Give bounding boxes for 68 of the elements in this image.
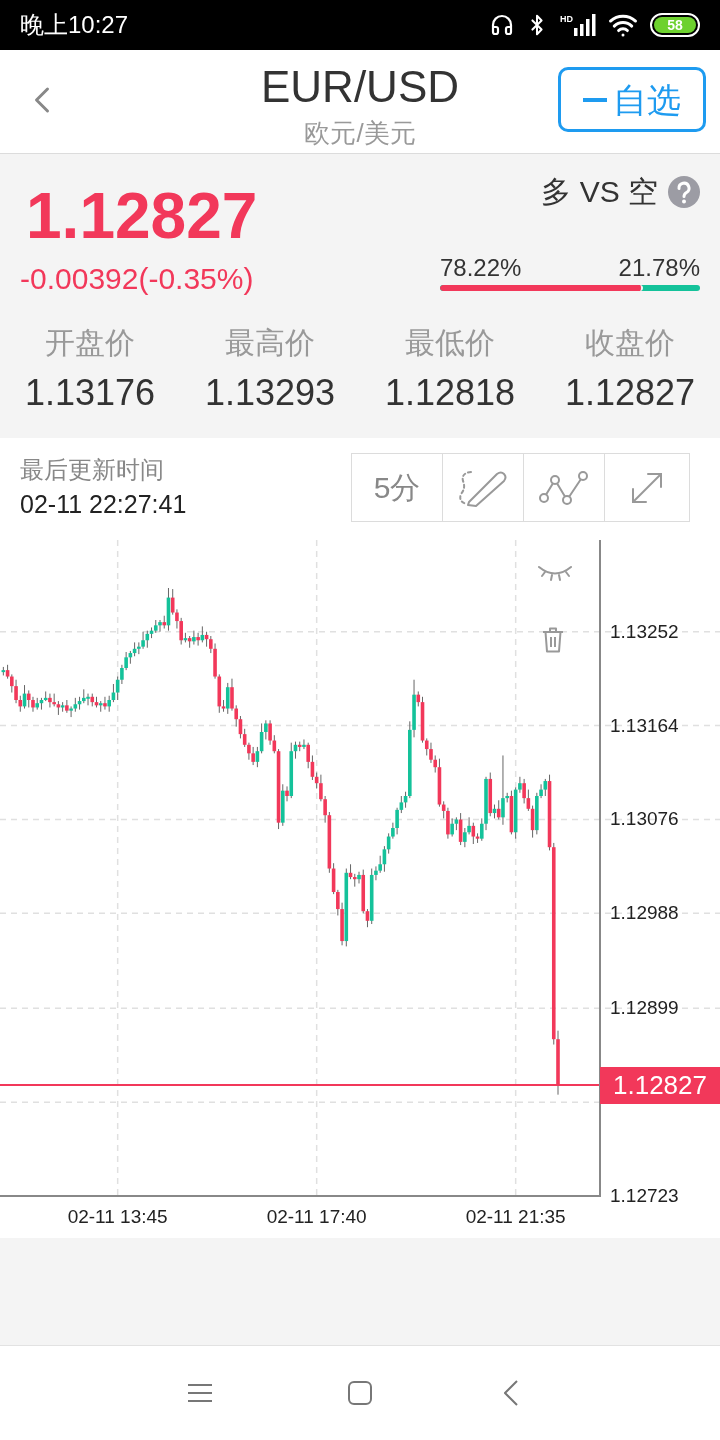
stat-label: 收盘价 — [585, 325, 675, 361]
price-tick-label: 1.13076 — [610, 807, 679, 832]
long-percent: 78.22% — [440, 255, 522, 281]
stat-value: 1.12827 — [564, 371, 696, 415]
rising-candle — [183, 632, 188, 643]
last-price: 1.12827 — [25, 184, 258, 248]
stat-label: 最低价 — [405, 325, 495, 361]
rising-candle — [192, 630, 196, 646]
watchlist-button[interactable]: 自选 — [558, 67, 706, 132]
falling-candle — [488, 772, 493, 817]
rising-candle — [357, 871, 361, 884]
price-tick-label: 1.12723 — [610, 1184, 679, 1208]
signal-icon — [574, 14, 596, 36]
update-time: 02-11 22:27:41 — [20, 489, 187, 519]
status-time: 晚上10:27 — [20, 11, 129, 39]
rising-candle — [225, 682, 230, 715]
rising-candle — [200, 625, 205, 643]
back-nav-icon[interactable] — [504, 1380, 518, 1406]
rising-candle — [281, 783, 285, 827]
minus-icon — [583, 97, 607, 102]
falling-candle — [509, 790, 514, 835]
pair-title: EUR/USD — [261, 61, 459, 113]
falling-candle — [285, 785, 289, 802]
price-change: -0.00392(-0.35%) — [20, 262, 255, 296]
time-tick-label: 02-11 17:40 — [265, 1205, 368, 1229]
network-type-label: HD — [560, 14, 573, 24]
last-price-tag: 1.12827 — [600, 1067, 720, 1105]
price-tick-label: 1.12988 — [610, 901, 679, 926]
eye-closed-icon[interactable] — [538, 564, 572, 582]
stat-label: 最高价 — [225, 325, 315, 361]
time-tick-label: 02-11 13:45 — [66, 1205, 169, 1229]
expand-icon — [630, 470, 664, 505]
menu-icon[interactable] — [188, 1383, 212, 1403]
rising-candle — [1, 666, 6, 676]
falling-candle — [496, 799, 501, 820]
stat-value: 1.12818 — [384, 371, 516, 415]
battery-percent: 58 — [654, 17, 696, 33]
help-icon[interactable] — [668, 176, 700, 208]
home-square-icon[interactable] — [348, 1381, 372, 1405]
pair-subtitle: 欧元/美元 — [304, 117, 416, 150]
falling-candle — [187, 635, 192, 649]
price-tick-label: 1.12899 — [610, 996, 679, 1021]
long-short-title: 多 VS 空 — [541, 174, 658, 210]
pen-icon — [457, 468, 509, 507]
trash-icon[interactable] — [542, 627, 564, 653]
price-tick-label: 1.13164 — [610, 713, 679, 738]
rising-candle — [492, 804, 497, 819]
stat-value: 1.13293 — [204, 371, 336, 415]
stat-label: 开盘价 — [45, 325, 135, 361]
short-percent: 21.78% — [618, 255, 700, 281]
price-tick-label: 1.13252 — [610, 619, 679, 644]
rising-candle — [302, 738, 306, 750]
falling-candle — [297, 741, 302, 752]
rising-candle — [22, 684, 27, 710]
falling-candle — [65, 699, 69, 714]
line-chart-icon — [539, 470, 589, 505]
falling-candle — [458, 812, 463, 846]
timeframe-button[interactable]: 5分 — [352, 454, 442, 521]
update-label: 最后更新时间 — [20, 457, 165, 483]
headphones-icon — [490, 13, 514, 37]
rising-candle — [98, 700, 103, 713]
stat-value: 1.13176 — [24, 371, 156, 415]
falling-candle — [162, 615, 167, 630]
time-tick-label: 02-11 21:35 — [464, 1205, 567, 1229]
rising-candle — [60, 701, 65, 713]
falling-candle — [196, 632, 200, 647]
falling-candle — [103, 696, 107, 711]
rising-candle — [166, 587, 171, 632]
